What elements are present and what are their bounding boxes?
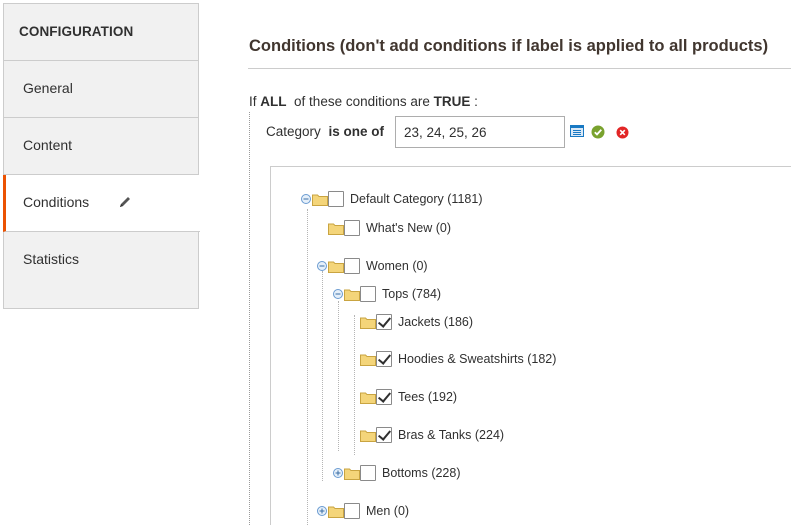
tree-node-label: What's New (0) (366, 221, 452, 235)
tree-node[interactable]: Bras & Tanks (224) (360, 426, 504, 444)
aggregator-value-select[interactable]: TRUE (434, 94, 471, 109)
collapse-icon[interactable] (333, 289, 343, 299)
tab-general[interactable]: General (4, 61, 198, 118)
section-title: Conditions (don't add conditions if labe… (249, 37, 769, 55)
aggregator-select[interactable]: ALL (260, 94, 286, 109)
tree-node-label: Jackets (186) (398, 315, 474, 329)
tree-node-label: Women (0) (366, 259, 428, 273)
tab-conditions-label: Conditions (23, 194, 90, 210)
tab-content[interactable]: Content (4, 118, 198, 175)
folder-icon (360, 354, 376, 366)
tree-checkbox[interactable] (344, 503, 360, 519)
tree-node[interactable]: Jackets (186) (360, 313, 473, 331)
tree-checkbox[interactable] (376, 389, 392, 405)
collapse-icon[interactable] (317, 261, 327, 271)
list-icon[interactable] (570, 125, 584, 137)
check-circle-icon[interactable] (591, 125, 605, 139)
tree-node-label: Bras & Tanks (224) (398, 428, 505, 442)
folder-icon (360, 392, 376, 404)
tree-node[interactable]: What's New (0) (328, 219, 451, 237)
tree-node-label: Bottoms (228) (382, 466, 461, 480)
conditions-guide-line (249, 112, 250, 525)
tree-guide-line (354, 315, 355, 455)
aggregator-line: If ALL of these conditions are TRUE : (249, 94, 478, 109)
tree-node[interactable]: Men (0) (317, 502, 409, 520)
condition-attribute[interactable]: Category (266, 124, 321, 139)
aggregator-suffix: : (474, 94, 478, 109)
tree-checkbox[interactable] (376, 351, 392, 367)
condition-row: Category is one of (266, 124, 384, 139)
folder-icon (328, 506, 344, 518)
tree-node[interactable]: Bottoms (228) (333, 464, 461, 482)
tab-content-label: Content (23, 137, 73, 153)
folder-icon (344, 289, 360, 301)
tree-node-label: Tees (192) (398, 390, 458, 404)
condition-operator[interactable]: is one of (329, 124, 385, 139)
category-tree: Default Category (1181) What's New (0) W… (270, 166, 791, 525)
tabs-heading: CONFIGURATION (4, 4, 198, 61)
tree-checkbox[interactable] (344, 220, 360, 236)
tree-node-label: Men (0) (366, 504, 410, 518)
tree-node[interactable]: Default Category (1181) (301, 190, 482, 208)
tree-node[interactable]: Tops (784) (333, 285, 441, 303)
folder-icon (360, 317, 376, 329)
expand-icon[interactable] (333, 468, 343, 478)
tree-checkbox[interactable] (344, 258, 360, 274)
condition-value-input[interactable] (395, 116, 565, 148)
close-circle-icon[interactable] (616, 126, 629, 139)
tree-node-label: Default Category (1181) (350, 192, 483, 206)
tab-conditions[interactable]: Conditions (3, 175, 200, 232)
tree-checkbox[interactable] (360, 465, 376, 481)
aggregator-prefix: If (249, 94, 257, 109)
collapse-icon[interactable] (301, 194, 311, 204)
aggregator-middle: of these conditions are (294, 94, 430, 109)
tab-general-label: General (23, 80, 73, 96)
pencil-icon (120, 197, 130, 207)
folder-icon (344, 468, 360, 480)
folder-icon (328, 261, 344, 273)
folder-icon (328, 223, 344, 235)
tree-node[interactable]: Tees (192) (360, 388, 457, 406)
tree-checkbox[interactable] (376, 427, 392, 443)
tree-node-label: Tops (784) (382, 287, 442, 301)
config-tabs: CONFIGURATION General Content Conditions… (3, 3, 200, 309)
tab-statistics-label: Statistics (23, 251, 80, 267)
folder-icon (360, 430, 376, 442)
tree-guide-line (307, 209, 308, 525)
tree-guide-line (322, 271, 323, 481)
tab-statistics[interactable]: Statistics (4, 232, 198, 289)
tree-checkbox[interactable] (360, 286, 376, 302)
tree-node-label: Hoodies & Sweatshirts (182) (398, 352, 557, 366)
folder-icon (312, 194, 328, 206)
tree-checkbox[interactable] (328, 191, 344, 207)
tree-guide-line (338, 301, 339, 451)
tree-node[interactable]: Hoodies & Sweatshirts (182) (360, 350, 556, 368)
tree-node[interactable]: Women (0) (317, 257, 428, 275)
tree-checkbox[interactable] (376, 314, 392, 330)
title-divider (248, 68, 791, 69)
expand-icon[interactable] (317, 506, 327, 516)
